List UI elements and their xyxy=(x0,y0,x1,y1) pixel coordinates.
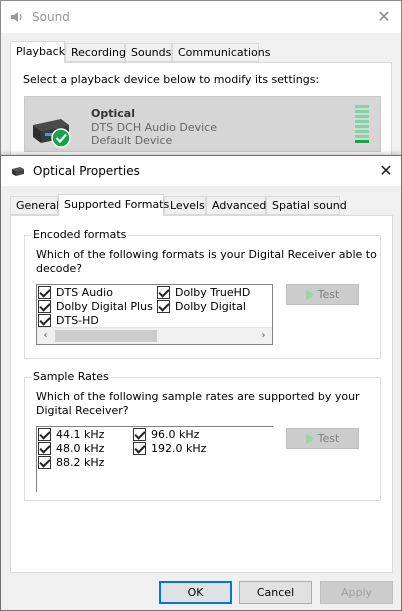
device-status: Default Device xyxy=(91,134,173,147)
tab-recording[interactable]: Recording xyxy=(65,43,126,62)
encoded-question-line1: Which of the following formats is your D… xyxy=(36,248,377,261)
checkbox-checked-icon xyxy=(38,314,51,327)
checkbox-checked-icon xyxy=(38,442,51,455)
format-label: DTS Audio xyxy=(56,286,113,299)
tab-communications[interactable]: Communications xyxy=(172,43,270,62)
play-icon xyxy=(305,433,315,444)
checkbox-checked-icon xyxy=(133,428,146,441)
rate-label: 44.1 kHz xyxy=(56,428,105,441)
apply-button[interactable]: Apply xyxy=(320,581,393,604)
format-dts-audio-checkbox[interactable]: DTS Audio xyxy=(38,286,113,299)
device-row-optical[interactable]: Optical DTS DCH Audio Device Default Dev… xyxy=(24,96,381,152)
tab-advanced[interactable]: Advanced xyxy=(206,196,266,215)
sound-window-title: Sound xyxy=(32,10,70,24)
format-label: DTS-HD xyxy=(56,314,99,327)
sample-rates-list: 44.1 kHz 96.0 kHz 48.0 kHz 192.0 kHz 88.… xyxy=(36,426,273,492)
rates-question-line2: Digital Receiver? xyxy=(36,404,129,417)
supported-formats-panel: Encoded formats Which of the following f… xyxy=(10,215,393,573)
volume-level-meter xyxy=(355,105,369,145)
encoded-formats-list: DTS Audio Dolby TrueHD Dolby Digital Plu… xyxy=(36,284,273,345)
checkbox-checked-icon xyxy=(38,300,51,313)
rate-44-1-checkbox[interactable]: 44.1 kHz xyxy=(38,428,104,441)
tab-supported-formats[interactable]: Supported Formats xyxy=(58,194,169,216)
tab-spatial-sound[interactable]: Spatial sound xyxy=(266,196,347,215)
scroll-left-icon[interactable]: ‹ xyxy=(37,328,54,344)
encoded-formats-group: Encoded formats Which of the following f… xyxy=(24,228,381,359)
optical-properties-dialog: Optical Properties ✕ General Supported F… xyxy=(0,155,402,611)
format-dolby-digital-plus-checkbox[interactable]: Dolby Digital Plus xyxy=(38,300,153,313)
scroll-right-icon[interactable]: › xyxy=(255,328,272,344)
playback-instruction: Select a playback device below to modify… xyxy=(23,73,320,86)
format-label: Dolby Digital Plus xyxy=(56,300,153,313)
test-label: Test xyxy=(317,432,340,445)
format-label: Dolby TrueHD xyxy=(175,286,251,299)
cancel-button[interactable]: Cancel xyxy=(239,581,312,604)
rate-88-2-checkbox[interactable]: 88.2 kHz xyxy=(38,456,104,469)
ok-button[interactable]: OK xyxy=(159,581,232,604)
speaker-icon xyxy=(11,12,22,22)
rates-test-button[interactable]: Test xyxy=(286,428,359,449)
test-label: Test xyxy=(317,288,340,301)
dialog-titlebar: Optical Properties ✕ xyxy=(1,156,401,186)
checkbox-checked-icon xyxy=(133,442,146,455)
device-name: Optical xyxy=(91,107,135,120)
rate-label: 192.0 kHz xyxy=(151,442,207,455)
checkbox-checked-icon xyxy=(38,456,51,469)
rates-question-line1: Which of the following sample rates are … xyxy=(36,390,360,403)
green-check-icon xyxy=(51,128,71,148)
format-dts-hd-checkbox[interactable]: DTS-HD xyxy=(38,314,99,327)
optical-device-icon xyxy=(12,167,24,176)
rate-label: 48.0 kHz xyxy=(56,442,105,455)
checkbox-checked-icon xyxy=(157,286,170,299)
rate-label: 96.0 kHz xyxy=(151,428,200,441)
rate-192-0-checkbox[interactable]: 192.0 kHz xyxy=(133,442,206,455)
scroll-thumb[interactable] xyxy=(55,330,157,342)
encoded-question-line2: decode? xyxy=(36,262,83,275)
tab-playback[interactable]: Playback xyxy=(10,41,65,63)
encoded-test-button[interactable]: Test xyxy=(286,284,359,305)
dialog-title: Optical Properties xyxy=(33,164,140,178)
play-icon xyxy=(305,289,315,300)
dialog-tab-strip: General Supported Formats Levels Advance… xyxy=(10,194,394,216)
sample-rates-label: Sample Rates xyxy=(31,370,111,383)
sample-rates-group: Sample Rates Which of the following samp… xyxy=(24,370,381,501)
checkbox-checked-icon xyxy=(157,300,170,313)
sound-titlebar: Sound ✕ xyxy=(1,1,401,33)
checkbox-checked-icon xyxy=(38,286,51,299)
tab-sounds[interactable]: Sounds xyxy=(125,43,172,62)
rate-48-0-checkbox[interactable]: 48.0 kHz xyxy=(38,442,104,455)
format-dolby-digital-checkbox[interactable]: Dolby Digital xyxy=(157,300,246,313)
checkbox-checked-icon xyxy=(38,428,51,441)
tab-levels[interactable]: Levels xyxy=(164,196,206,215)
device-driver: DTS DCH Audio Device xyxy=(91,121,217,134)
sound-close-button[interactable]: ✕ xyxy=(371,5,397,29)
rate-label: 88.2 kHz xyxy=(56,456,105,469)
format-dolby-truehd-checkbox[interactable]: Dolby TrueHD xyxy=(157,286,250,299)
encoded-formats-label: Encoded formats xyxy=(31,228,129,241)
dialog-close-button[interactable]: ✕ xyxy=(373,159,399,183)
rate-96-0-checkbox[interactable]: 96.0 kHz xyxy=(133,428,199,441)
tab-general[interactable]: General xyxy=(10,196,59,215)
formats-horizontal-scrollbar[interactable]: ‹ › xyxy=(37,327,272,344)
format-label: Dolby Digital xyxy=(175,300,246,313)
optical-receiver-icon xyxy=(33,119,71,148)
